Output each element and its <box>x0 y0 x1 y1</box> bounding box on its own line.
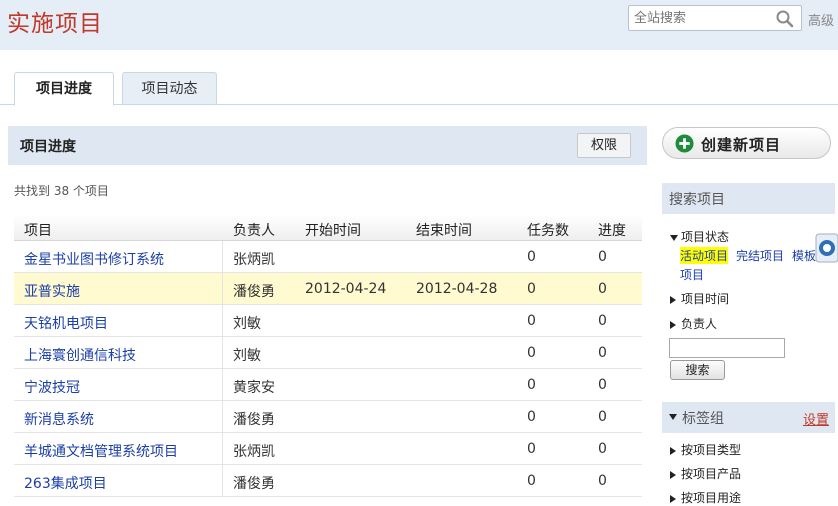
column-header-progress[interactable]: 进度 <box>598 220 626 240</box>
project-link[interactable]: 天铭机电项目 <box>24 313 108 333</box>
owner-cell: 黄家安 <box>233 380 275 396</box>
table-row: 天铭机电项目 刘敏 0 0 <box>14 305 642 337</box>
table-row: 羊城通文档管理系统项目 张炳凯 0 0 <box>14 433 642 465</box>
progress-cell: 0 <box>598 377 607 393</box>
owner-filter-label: 负责人 <box>681 317 718 331</box>
owner-cell: 刘敏 <box>233 316 261 332</box>
result-count: 共找到 38 个项目 <box>14 184 109 198</box>
tasks-cell: 0 <box>527 441 536 457</box>
column-header-tasks[interactable]: 任务数 <box>527 220 569 240</box>
project-link[interactable]: 上海寰创通信科技 <box>24 345 136 365</box>
search-icon[interactable] <box>775 9 795 29</box>
tab-project-progress[interactable]: 项目进度 <box>14 72 114 106</box>
table-row: 金星书业图书修订系统 张炳凯 0 0 <box>14 241 642 273</box>
column-header-owner[interactable]: 负责人 <box>233 220 275 240</box>
tasks-cell: 0 <box>527 249 536 265</box>
collapsed-arrow-icon <box>670 446 676 455</box>
owner-cell: 张炳凯 <box>233 444 275 460</box>
progress-cell: 0 <box>598 441 607 457</box>
owner-cell: 潘俊勇 <box>233 476 275 492</box>
project-link[interactable]: 羊城通文档管理系统项目 <box>24 441 178 461</box>
tag-item[interactable]: 按项目产品 <box>670 465 741 482</box>
project-table: 项目 负责人 开始时间 结束时间 任务数 进度 金星书业图书修订系统 张炳凯 0… <box>14 215 642 497</box>
tag-group-title: 标签组 <box>682 411 724 427</box>
permission-button[interactable]: 权限 <box>577 133 631 158</box>
tasks-cell: 0 <box>527 473 536 489</box>
sidebar-search-button[interactable]: 搜索 <box>670 360 725 380</box>
status-active-link[interactable]: 活动项目 <box>680 247 729 264</box>
time-filter-label: 项目时间 <box>681 292 730 306</box>
table-row: 新消息系统 潘俊勇 0 0 <box>14 401 642 433</box>
tag-group-header: 标签组 设置 <box>662 402 835 433</box>
search-project-header: 搜索项目 <box>662 183 835 214</box>
column-header-start[interactable]: 开始时间 <box>305 220 361 240</box>
status-filter-toggle[interactable]: 项目状态 <box>670 228 729 245</box>
status-filter-label: 项目状态 <box>681 230 730 244</box>
top-bar: 实施项目 高级 <box>0 0 838 50</box>
tab-project-activity[interactable]: 项目动态 <box>122 72 217 105</box>
project-link[interactable]: 亚普实施 <box>24 281 80 301</box>
project-link[interactable]: 宁波技冠 <box>24 377 80 397</box>
column-header-project[interactable]: 项目 <box>24 220 52 240</box>
owner-cell: 刘敏 <box>233 348 261 364</box>
search-input[interactable] <box>629 6 769 30</box>
tag-settings-link[interactable]: 设置 <box>803 409 829 428</box>
page-title: 实施项目 <box>7 11 103 37</box>
tasks-cell: 0 <box>527 281 536 297</box>
table-row: 上海寰创通信科技 刘敏 0 0 <box>14 337 642 369</box>
create-project-button[interactable]: 创建新项目 <box>662 127 831 159</box>
sidebar-search-input[interactable] <box>669 338 785 358</box>
column-header-end[interactable]: 结束时间 <box>416 220 472 240</box>
progress-cell: 0 <box>598 345 607 361</box>
table-row: 宁波技冠 黄家安 0 0 <box>14 369 642 401</box>
tag-item[interactable]: 按项目类型 <box>670 441 741 458</box>
tab-bar: 项目进度 项目动态 <box>0 72 838 106</box>
project-link[interactable]: 金星书业图书修订系统 <box>24 249 164 269</box>
collapsed-arrow-icon <box>670 494 676 503</box>
progress-cell: 0 <box>598 313 607 329</box>
progress-cell: 0 <box>598 249 607 265</box>
end-cell: 2012-04-28 <box>416 281 498 297</box>
advanced-search-link[interactable]: 高级 <box>808 10 834 29</box>
project-link[interactable]: 新消息系统 <box>24 409 94 429</box>
floating-tool-icon[interactable] <box>815 233 838 263</box>
plus-circle-icon <box>675 134 694 153</box>
table-row: 263集成项目 潘俊勇 0 0 <box>14 465 642 497</box>
collapsed-arrow-icon <box>670 320 676 329</box>
create-project-label: 创建新项目 <box>701 136 782 154</box>
progress-cell: 0 <box>598 409 607 425</box>
owner-filter-toggle[interactable]: 负责人 <box>670 315 717 332</box>
table-row: 亚普实施 潘俊勇 2012-04-24 2012-04-28 0 0 <box>14 273 642 305</box>
panel-title: 项目进度 <box>20 139 76 155</box>
tasks-cell: 0 <box>527 377 536 393</box>
tag-item-label: 按项目产品 <box>681 467 742 481</box>
tasks-cell: 0 <box>527 345 536 361</box>
status-template-link-cont[interactable]: 项目 <box>680 266 704 283</box>
owner-cell: 潘俊勇 <box>233 284 275 300</box>
global-search[interactable] <box>628 5 802 31</box>
collapsed-arrow-icon <box>670 470 676 479</box>
tasks-cell: 0 <box>527 409 536 425</box>
tag-item-label: 按项目类型 <box>681 443 742 457</box>
panel-header: 项目进度 权限 <box>8 126 647 165</box>
owner-cell: 张炳凯 <box>233 252 275 268</box>
status-template-link[interactable]: 模板 <box>792 247 816 264</box>
tasks-cell: 0 <box>527 313 536 329</box>
expanded-arrow-icon <box>670 234 678 241</box>
tag-item[interactable]: 按项目用途 <box>670 489 741 506</box>
progress-cell: 0 <box>598 281 607 297</box>
table-header: 项目 负责人 开始时间 结束时间 任务数 进度 <box>14 215 642 241</box>
owner-cell: 潘俊勇 <box>233 412 275 428</box>
time-filter-toggle[interactable]: 项目时间 <box>670 290 729 307</box>
progress-cell: 0 <box>598 473 607 489</box>
project-link[interactable]: 263集成项目 <box>24 473 107 493</box>
start-cell: 2012-04-24 <box>305 281 387 297</box>
status-done-link[interactable]: 完结项目 <box>736 247 784 264</box>
expanded-arrow-icon <box>669 414 677 420</box>
search-project-title: 搜索项目 <box>669 192 725 208</box>
collapsed-arrow-icon <box>670 295 676 304</box>
